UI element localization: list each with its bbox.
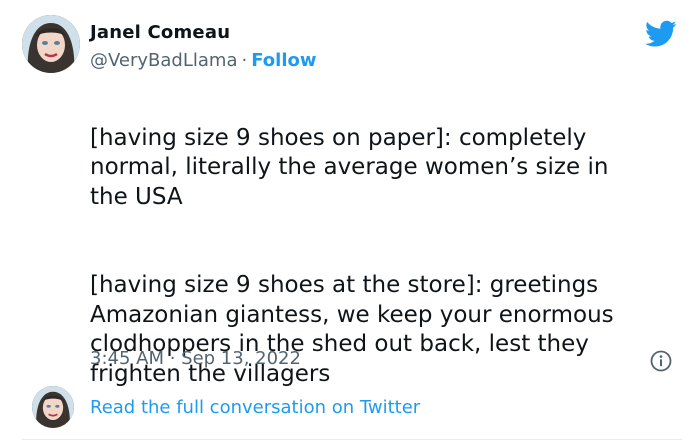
- handle-separator: ·: [241, 50, 248, 71]
- author-handle[interactable]: @VeryBadLlama: [90, 50, 237, 71]
- follow-button[interactable]: Follow: [251, 50, 316, 71]
- avatar-portrait-image-small: [32, 386, 74, 428]
- info-icon[interactable]: [650, 350, 672, 372]
- tweet-paragraph-2: [having size 9 shoes at the store]: gree…: [90, 272, 614, 387]
- tweet-paragraph-1: [having size 9 shoes on paper]: complete…: [90, 124, 609, 210]
- tweet-timestamp[interactable]: 3:45 AM · Sep 13, 2022: [90, 348, 301, 369]
- author-display-name[interactable]: Janel Comeau: [90, 22, 230, 43]
- author-avatar[interactable]: [22, 15, 80, 73]
- twitter-bird-icon[interactable]: [645, 20, 677, 48]
- read-conversation-link[interactable]: Read the full conversation on Twitter: [90, 397, 420, 418]
- footer-avatar[interactable]: [32, 386, 74, 428]
- avatar-portrait-image: [22, 15, 80, 73]
- bottom-border: [22, 439, 682, 440]
- tweet-text: [having size 9 shoes on paper]: complete…: [90, 94, 690, 419]
- author-handle-line: @VeryBadLlama · Follow: [90, 50, 317, 71]
